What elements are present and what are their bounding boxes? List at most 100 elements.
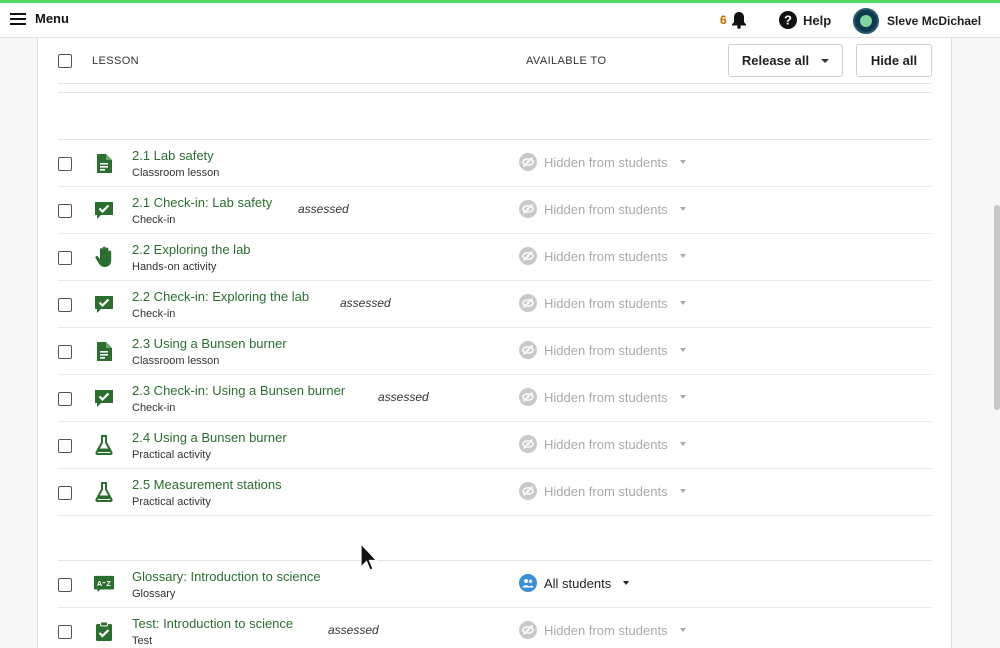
svg-text:A: A [97,579,103,588]
availability-label: Hidden from students [544,389,668,405]
row-checkbox[interactable] [58,204,72,218]
lesson-title-link[interactable]: 2.4 Using a Bunsen burner [132,430,287,445]
table-row: 2.1 Lab safety Classroom lesson Hidden f… [58,140,932,187]
help-button[interactable]: ? Help [779,11,831,29]
chevron-down-icon [623,581,630,585]
assessed-label: assessed [328,623,379,637]
check-in-icon [94,200,114,220]
section-divider [58,92,932,93]
row-checkbox[interactable] [58,578,72,592]
table-row: 2.3 Using a Bunsen burner Classroom less… [58,328,932,375]
hide-all-button[interactable]: Hide all [856,44,932,77]
chevron-down-icon [679,254,686,258]
lesson-type-label: Classroom lesson [132,167,220,179]
availability-dropdown[interactable]: Hidden from students [519,294,686,312]
user-name: Sleve McDichael [887,14,982,28]
lesson-type-label: Classroom lesson [132,355,220,367]
check-in-icon [94,294,114,314]
notification-count: 6 [720,13,727,27]
availability-label: Hidden from students [544,201,668,217]
assessed-label: assessed [298,202,349,216]
section-divider [58,560,932,561]
notifications-button[interactable]: 6 [720,11,747,29]
eye-off-icon [519,482,537,500]
test-clipboard-icon [94,621,114,641]
availability-dropdown[interactable]: Hidden from students [519,621,686,639]
lesson-type-label: Glossary [132,588,176,600]
lesson-title-link[interactable]: 2.1 Check-in: Lab safety [132,195,272,210]
availability-label: Hidden from students [544,622,668,638]
document-icon [94,153,114,173]
table-row: 2.5 Measurement stations Practical activ… [58,469,932,516]
svg-text:?: ? [784,13,792,28]
user-menu[interactable]: Sleve McDichael [853,8,981,34]
lesson-title-link[interactable]: Test: Introduction to science [132,616,293,631]
availability-label: Hidden from students [544,248,668,264]
availability-dropdown[interactable]: Hidden from students [519,247,686,265]
availability-dropdown[interactable]: Hidden from students [519,482,686,500]
check-in-icon [94,388,114,408]
menu-label: Menu [35,11,69,26]
table-row: 2.4 Using a Bunsen burner Practical acti… [58,422,932,469]
availability-label: Hidden from students [544,154,668,170]
availability-label: All students [544,575,612,591]
lesson-type-label: Practical activity [132,449,211,461]
table-row: 2.3 Check-in: Using a Bunsen burner Chec… [58,375,932,422]
table-row: 2.2 Exploring the lab Hands-on activity … [58,234,932,281]
table-row: AZ Glossary: Introduction to science Glo… [58,561,932,608]
chevron-down-icon [679,628,686,632]
lesson-title-link[interactable]: 2.5 Measurement stations [132,477,282,492]
availability-dropdown[interactable]: Hidden from students [519,200,686,218]
table-row: 2.1 Check-in: Lab safety Check-in assess… [58,187,932,234]
assessed-label: assessed [378,390,429,404]
availability-label: Hidden from students [544,483,668,499]
availability-label: Hidden from students [544,295,668,311]
column-header-available-to: AVAILABLE TO [526,55,607,67]
help-icon: ? [779,11,797,29]
chevron-down-icon [679,442,686,446]
availability-dropdown[interactable]: Hidden from students [519,435,686,453]
lesson-title-link[interactable]: 2.3 Check-in: Using a Bunsen burner [132,383,345,398]
availability-label: Hidden from students [544,436,668,452]
lesson-title-link[interactable]: Glossary: Introduction to science [132,569,321,584]
row-checkbox[interactable] [58,157,72,171]
select-all-checkbox[interactable] [58,54,72,68]
lesson-type-label: Practical activity [132,496,211,508]
eye-off-icon [519,621,537,639]
row-checkbox[interactable] [58,392,72,406]
availability-label: Hidden from students [544,342,668,358]
scrollbar[interactable] [994,205,1000,410]
menu-button[interactable]: Menu [10,11,69,26]
column-header-lesson: LESSON [92,55,140,67]
lesson-title-link[interactable]: 2.2 Check-in: Exploring the lab [132,289,309,304]
row-checkbox[interactable] [58,625,72,639]
lesson-title-link[interactable]: 2.2 Exploring the lab [132,242,251,257]
availability-dropdown[interactable]: Hidden from students [519,153,686,171]
document-icon [94,341,114,361]
availability-dropdown[interactable]: Hidden from students [519,388,686,406]
eye-off-icon [519,435,537,453]
row-checkbox[interactable] [58,439,72,453]
row-checkbox[interactable] [58,345,72,359]
availability-dropdown[interactable]: Hidden from students [519,341,686,359]
eye-off-icon [519,388,537,406]
lesson-type-label: Check-in [132,308,176,320]
chevron-down-icon [679,160,686,164]
lesson-title-link[interactable]: 2.3 Using a Bunsen burner [132,336,287,351]
release-all-button[interactable]: Release all [728,44,843,77]
eye-off-icon [519,247,537,265]
bell-icon [731,12,746,29]
glossary-icon: AZ [94,574,114,594]
chevron-down-icon [679,395,686,399]
chevron-down-icon [679,489,686,493]
flask-icon [94,482,114,502]
top-bar: Menu 6 ? Help Sleve McDichael [0,0,1000,38]
chevron-down-icon [679,207,686,211]
help-label: Help [803,12,832,28]
lesson-title-link[interactable]: 2.1 Lab safety [132,148,214,163]
row-checkbox[interactable] [58,298,72,312]
availability-dropdown[interactable]: All students [519,574,630,592]
eye-off-icon [519,153,537,171]
row-checkbox[interactable] [58,251,72,265]
row-checkbox[interactable] [58,486,72,500]
